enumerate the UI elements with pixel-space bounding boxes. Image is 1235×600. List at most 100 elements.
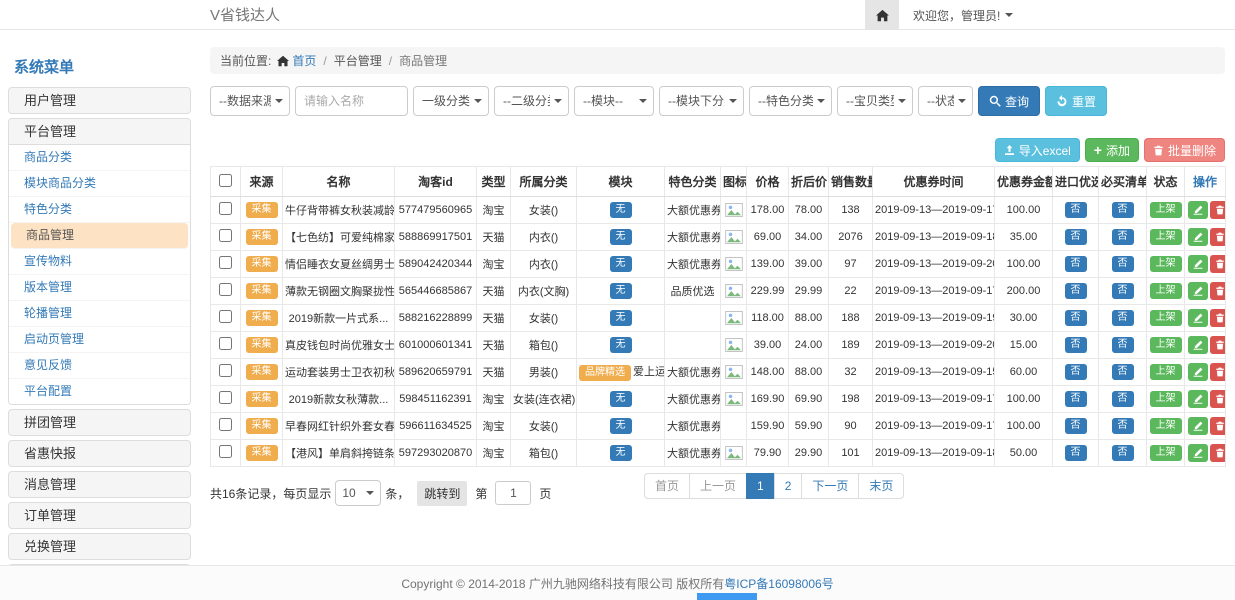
must-buy-toggle[interactable]: 否 <box>1112 229 1134 245</box>
status-toggle[interactable]: 上架 <box>1150 202 1182 218</box>
edit-button[interactable] <box>1188 363 1208 381</box>
sidebar-group-heading[interactable]: 消息管理 <box>9 472 190 497</box>
sidebar-group-heading[interactable]: 兑换管理 <box>9 534 190 559</box>
imported-toggle[interactable]: 否 <box>1065 283 1087 299</box>
must-buy-toggle[interactable]: 否 <box>1112 337 1134 353</box>
filter-secondary-category-select[interactable]: --二级分类-- <box>494 86 569 116</box>
filter-module-select[interactable]: --模块-- <box>574 86 654 116</box>
breadcrumb-home-link[interactable]: 首页 <box>292 52 316 69</box>
product-name-cell[interactable]: 2019新款一片式系... <box>283 305 395 332</box>
status-toggle[interactable]: 上架 <box>1150 229 1182 245</box>
must-buy-toggle[interactable]: 否 <box>1112 418 1134 434</box>
sidebar-item[interactable]: 平台配置 <box>9 379 190 404</box>
delete-button[interactable] <box>1210 228 1226 246</box>
product-name-cell[interactable]: 2019新款女秋薄款... <box>283 386 395 413</box>
page-number-input[interactable] <box>495 481 531 505</box>
add-button[interactable]: + 添加 <box>1085 138 1139 162</box>
sidebar-item[interactable]: 轮播管理 <box>9 301 190 327</box>
filter-item-type-select[interactable]: --宝贝类型-- <box>837 86 913 116</box>
imported-toggle[interactable]: 否 <box>1065 310 1087 326</box>
batch-delete-button[interactable]: 批量删除 <box>1144 138 1225 162</box>
edit-button[interactable] <box>1188 201 1208 219</box>
filter-status-select[interactable]: --状态-- <box>918 86 973 116</box>
pager-button-3[interactable]: 2 <box>774 473 803 499</box>
imported-toggle[interactable]: 否 <box>1065 229 1087 245</box>
sidebar-item[interactable]: 启动页管理 <box>9 327 190 353</box>
must-buy-toggle[interactable]: 否 <box>1112 310 1134 326</box>
imported-toggle[interactable]: 否 <box>1065 202 1087 218</box>
edit-button[interactable] <box>1188 336 1208 354</box>
row-checkbox[interactable] <box>219 364 232 377</box>
edit-button[interactable] <box>1188 228 1208 246</box>
sidebar-item[interactable]: 商品分类 <box>9 145 190 171</box>
must-buy-toggle[interactable]: 否 <box>1112 445 1134 461</box>
imported-toggle[interactable]: 否 <box>1065 337 1087 353</box>
filter-source-select[interactable]: --数据来源-- <box>210 86 290 116</box>
imported-toggle[interactable]: 否 <box>1065 391 1087 407</box>
delete-button[interactable] <box>1210 282 1226 300</box>
row-checkbox[interactable] <box>219 229 232 242</box>
filter-feature-category-select[interactable]: --特色分类-- <box>749 86 832 116</box>
search-button[interactable]: 查询 <box>978 86 1040 116</box>
status-toggle[interactable]: 上架 <box>1150 310 1182 326</box>
status-toggle[interactable]: 上架 <box>1150 418 1182 434</box>
sidebar-group-heading[interactable]: 省惠快报 <box>9 441 190 466</box>
icp-link[interactable]: 粤ICP备16098006号 <box>724 575 833 592</box>
sidebar-item[interactable]: 宣传物料 <box>9 249 190 275</box>
row-checkbox[interactable] <box>219 337 232 350</box>
breadcrumb-item-platform[interactable]: 平台管理 <box>334 52 382 69</box>
delete-button[interactable] <box>1210 390 1226 408</box>
delete-button[interactable] <box>1210 336 1226 354</box>
delete-button[interactable] <box>1210 417 1226 435</box>
pager-button-4[interactable]: 下一页 <box>801 473 859 499</box>
sidebar-group-heading[interactable]: 平台管理 <box>9 119 190 144</box>
delete-button[interactable] <box>1210 309 1226 327</box>
edit-button[interactable] <box>1188 309 1208 327</box>
pager-button-5[interactable]: 末页 <box>858 473 904 499</box>
sidebar-item[interactable]: 意见反馈 <box>9 353 190 379</box>
delete-button[interactable] <box>1210 255 1226 273</box>
page-size-select[interactable]: 10 <box>335 480 381 506</box>
import-excel-button[interactable]: 导入excel <box>995 138 1080 162</box>
sidebar-group-heading[interactable]: 订单管理 <box>9 503 190 528</box>
filter-primary-category-select[interactable]: 一级分类 <box>413 86 489 116</box>
imported-toggle[interactable]: 否 <box>1065 256 1087 272</box>
jump-button[interactable]: 跳转到 <box>417 481 467 506</box>
must-buy-toggle[interactable]: 否 <box>1112 283 1134 299</box>
status-toggle[interactable]: 上架 <box>1150 283 1182 299</box>
status-toggle[interactable]: 上架 <box>1150 364 1182 380</box>
pager-button-2[interactable]: 1 <box>746 473 775 499</box>
status-toggle[interactable]: 上架 <box>1150 256 1182 272</box>
sidebar-item[interactable]: 版本管理 <box>9 275 190 301</box>
status-toggle[interactable]: 上架 <box>1150 391 1182 407</box>
delete-button[interactable] <box>1210 201 1226 219</box>
imported-toggle[interactable]: 否 <box>1065 364 1087 380</box>
filter-module-subcategory-select[interactable]: --模块下分类-- <box>659 86 744 116</box>
status-toggle[interactable]: 上架 <box>1150 445 1182 461</box>
edit-button[interactable] <box>1188 417 1208 435</box>
sidebar-group-heading[interactable]: 用户管理 <box>9 88 190 113</box>
row-checkbox[interactable] <box>219 256 232 269</box>
must-buy-toggle[interactable]: 否 <box>1112 202 1134 218</box>
product-name-cell[interactable]: 早春网红针织外套女春... <box>283 413 395 440</box>
imported-toggle[interactable]: 否 <box>1065 445 1087 461</box>
home-button[interactable] <box>865 0 899 30</box>
edit-button[interactable] <box>1188 390 1208 408</box>
sidebar-item[interactable]: 模块商品分类 <box>9 171 190 197</box>
must-buy-toggle[interactable]: 否 <box>1112 391 1134 407</box>
must-buy-toggle[interactable]: 否 <box>1112 364 1134 380</box>
name-search-input[interactable] <box>295 86 408 116</box>
sidebar-item-active[interactable]: 商品管理 <box>11 223 188 249</box>
must-buy-toggle[interactable]: 否 <box>1112 256 1134 272</box>
reset-button[interactable]: 重置 <box>1045 86 1107 116</box>
product-name-cell[interactable]: 运动套装男士卫衣初秋... <box>283 359 395 386</box>
product-name-cell[interactable]: 薄款无钢圈文胸聚拢性... <box>283 278 395 305</box>
imported-toggle[interactable]: 否 <box>1065 418 1087 434</box>
row-checkbox[interactable] <box>219 391 232 404</box>
row-checkbox[interactable] <box>219 418 232 431</box>
product-name-cell[interactable]: 真皮钱包时尚优雅女士... <box>283 332 395 359</box>
product-name-cell[interactable]: 【港风】单肩斜挎链条... <box>283 440 395 467</box>
select-all-checkbox[interactable] <box>219 174 232 187</box>
delete-button[interactable] <box>1210 444 1226 462</box>
status-toggle[interactable]: 上架 <box>1150 337 1182 353</box>
